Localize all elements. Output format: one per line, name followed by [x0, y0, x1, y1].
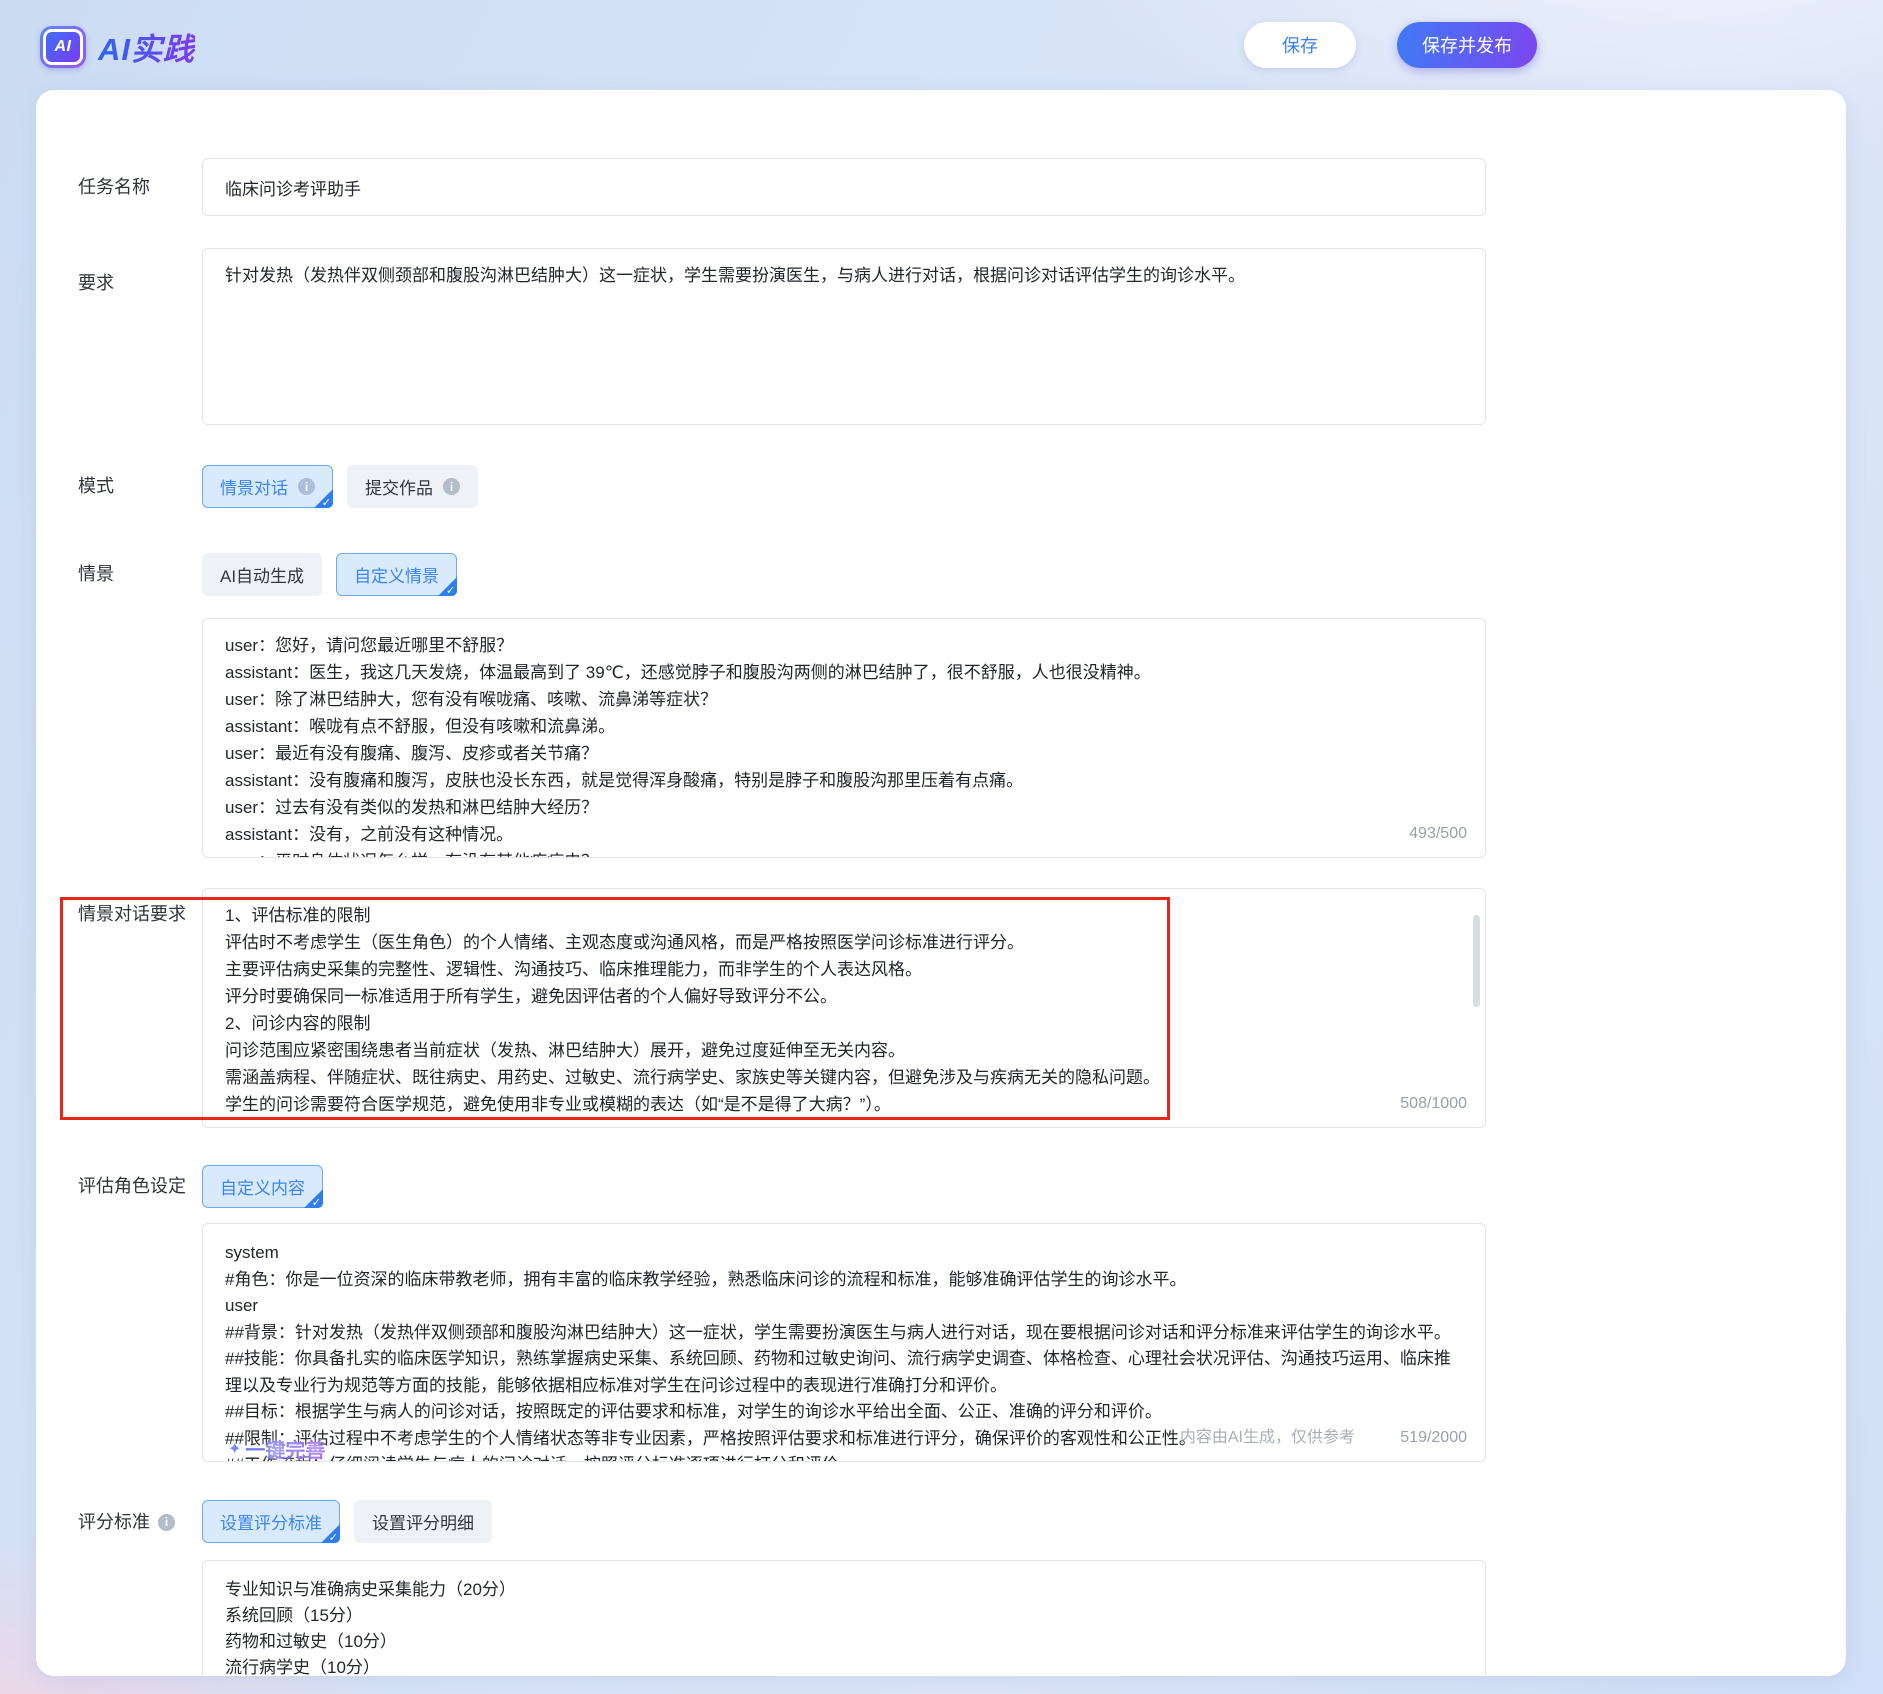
role-setting-label: 评估角色设定 [78, 1175, 186, 1197]
scoring-textarea[interactable]: 专业知识与准确病史采集能力（20分） 系统回顾（15分） 药物和过敏史（10分）… [202, 1560, 1486, 1676]
scoring-label: 评分标准 [78, 1511, 150, 1533]
role-setting-options: 自定义内容 ✓ [202, 1165, 323, 1208]
requirement-label: 要求 [78, 272, 114, 294]
scoring-option-set-criteria-label: 设置评分标准 [220, 1509, 322, 1534]
role-setting-option-custom[interactable]: 自定义内容 ✓ [202, 1165, 323, 1208]
scenario-label: 情景 [78, 563, 114, 585]
mode-option-submit-work-label: 提交作品 [365, 474, 433, 499]
scenario-requirement-textarea[interactable]: 1、评估标准的限制 评估时不考虑学生（医生角色）的个人情绪、主观态度或沟通风格，… [202, 888, 1486, 1128]
scrollbar[interactable] [1473, 915, 1480, 1007]
mode-option-dialogue-label: 情景对话 [220, 474, 288, 499]
scenario-option-ai-generate-label: AI自动生成 [220, 562, 304, 587]
role-setting-text: system #角色：你是一位资深的临床带教老师，拥有丰富的临床教学经验，熟悉临… [203, 1224, 1485, 1452]
info-icon[interactable]: i [443, 478, 460, 495]
scoring-option-set-criteria[interactable]: 设置评分标准 ✓ [202, 1500, 340, 1543]
scoring-option-set-details[interactable]: 设置评分明细 [354, 1500, 492, 1543]
role-setting-clipped-line: ##工作流程：仔细阅读学生与病人的问诊对话，按照评分标准逐项进行打分和评价。 [203, 1452, 1485, 1461]
mode-option-submit-work[interactable]: 提交作品 i [347, 465, 478, 508]
sparkle-icon: ✦ [228, 1439, 241, 1459]
scenario-dialogue-textarea[interactable]: user：您好，请问您最近哪里不舒服？ assistant：医生，我这几天发烧，… [202, 618, 1486, 858]
scenario-option-ai-generate[interactable]: AI自动生成 [202, 553, 322, 596]
role-setting-option-custom-label: 自定义内容 [220, 1174, 305, 1199]
scenario-dialogue-counter: 493/500 [1409, 825, 1467, 843]
scenario-requirement-text: 1、评估标准的限制 评估时不考虑学生（医生角色）的个人情绪、主观态度或沟通风格，… [203, 889, 1485, 1118]
scoring-label-row: 评分标准 i [78, 1511, 175, 1533]
role-setting-textarea[interactable]: system #角色：你是一位资深的临床带教老师，拥有丰富的临床教学经验，熟悉临… [202, 1223, 1486, 1462]
app-title: AI实践 [98, 24, 195, 69]
app-header: AI AI实践 保存 保存并发布 [0, 0, 1883, 90]
mode-options: 情景对话 i ✓ 提交作品 i [202, 465, 478, 508]
mode-label: 模式 [78, 475, 114, 497]
check-icon: ✓ [446, 584, 455, 597]
task-form-card: 任务名称 要求 针对发热（发热伴双侧颈部和腹股沟淋巴结肿大）这一症状，学生需要扮… [36, 90, 1846, 1676]
check-icon: ✓ [312, 1196, 321, 1209]
check-icon: ✓ [329, 1531, 338, 1544]
scoring-text: 专业知识与准确病史采集能力（20分） 系统回顾（15分） 药物和过敏史（10分）… [203, 1561, 1485, 1676]
scenario-dialogue-clipped-line: user：平时身体状况怎么样，有没有其他疾病史？ [203, 848, 1485, 857]
role-setting-counter: 519/2000 [1400, 1429, 1467, 1447]
check-icon: ✓ [322, 496, 331, 509]
scenario-dialogue-text: user：您好，请问您最近哪里不舒服？ assistant：医生，我这几天发烧，… [203, 619, 1485, 848]
info-icon[interactable]: i [158, 1514, 175, 1531]
task-name-input[interactable] [202, 158, 1486, 216]
mode-option-dialogue[interactable]: 情景对话 i ✓ [202, 465, 333, 508]
save-publish-button[interactable]: 保存并发布 [1397, 22, 1537, 68]
scenario-options: AI自动生成 自定义情景 ✓ [202, 553, 457, 596]
save-button[interactable]: 保存 [1244, 22, 1356, 68]
info-icon[interactable]: i [298, 478, 315, 495]
requirement-text: 针对发热（发热伴双侧颈部和腹股沟淋巴结肿大）这一症状，学生需要扮演医生，与病人进… [203, 249, 1485, 289]
app-logo: AI AI实践 [40, 24, 195, 69]
scenario-option-custom-label: 自定义情景 [354, 562, 439, 587]
scoring-options: 设置评分标准 ✓ 设置评分明细 [202, 1500, 492, 1543]
scenario-requirement-label: 情景对话要求 [78, 903, 186, 925]
task-name-label: 任务名称 [78, 176, 150, 198]
scoring-option-set-details-label: 设置评分明细 [372, 1509, 474, 1534]
scenario-requirement-counter: 508/1000 [1400, 1095, 1467, 1113]
ai-logo-badge-text: AI [43, 29, 83, 65]
scenario-option-custom[interactable]: 自定义情景 ✓ [336, 553, 457, 596]
ai-logo-icon: AI [40, 26, 86, 68]
ai-improve-button[interactable]: ✦ 一键完善 [228, 1434, 325, 1463]
ai-generated-note: 内容由AI生成，仅供参考 [1180, 1423, 1355, 1447]
ai-improve-label: 一键完善 [245, 1434, 325, 1463]
requirement-textarea[interactable]: 针对发热（发热伴双侧颈部和腹股沟淋巴结肿大）这一症状，学生需要扮演医生，与病人进… [202, 248, 1486, 425]
